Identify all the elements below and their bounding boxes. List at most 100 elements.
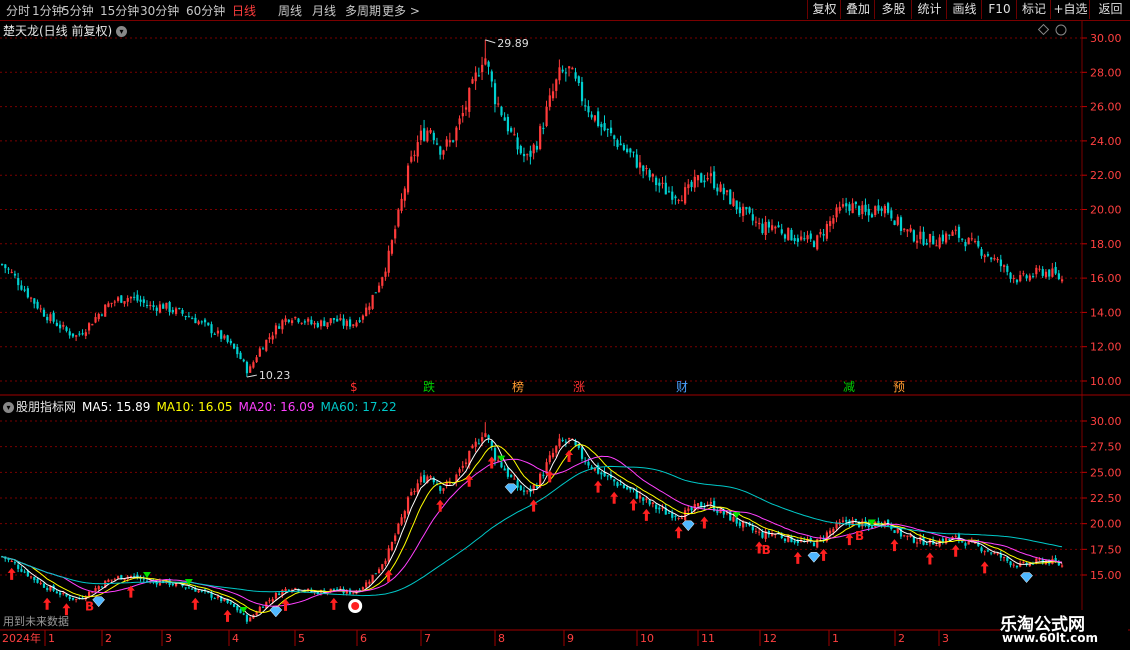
event-marker[interactable]: 涨	[573, 379, 585, 394]
price-candle-body	[951, 231, 954, 236]
price-candle-body	[242, 359, 245, 362]
price-candle-body	[986, 254, 990, 256]
price-candle-body	[281, 320, 284, 330]
circle-signal-dot	[351, 602, 360, 610]
price-candle-body	[645, 168, 648, 170]
price-candle-body	[203, 319, 207, 323]
event-marker[interactable]: 预	[893, 380, 905, 394]
indicator-candle-body	[526, 490, 529, 492]
indicator-candle-body	[619, 484, 622, 486]
indicator-candle-body	[184, 587, 187, 589]
price-candle-body	[278, 326, 281, 329]
price-candle-body	[239, 352, 242, 359]
indicator-candle-body	[10, 561, 13, 563]
price-candle-body	[481, 64, 484, 73]
price-candle-body	[961, 238, 964, 240]
indicator-candle-body	[506, 468, 510, 477]
b-signal-label: B	[85, 599, 94, 613]
price-candle-body	[738, 207, 742, 214]
price-tick-label: 14.00	[1090, 306, 1122, 319]
price-tick-label: 16.00	[1090, 272, 1122, 285]
low-pointer	[246, 374, 257, 378]
indicator-candle-body	[722, 510, 725, 515]
price-candle-body	[133, 296, 136, 298]
price-candle-body	[194, 317, 197, 324]
price-candle-body	[696, 175, 700, 181]
indicator-candle-body	[832, 528, 835, 533]
buy-arrow-icon	[674, 526, 683, 539]
indicator-candle-body	[493, 448, 497, 461]
price-candle-body	[754, 221, 758, 223]
price-candle-body	[771, 225, 774, 230]
event-marker[interactable]: 跌	[423, 379, 435, 394]
indicator-candle-body	[155, 582, 158, 585]
price-candle-body	[674, 196, 677, 199]
price-candle-body	[1028, 275, 1031, 281]
x-axis-label: 7	[424, 632, 431, 645]
price-candle-body	[655, 177, 658, 186]
settings-icon[interactable]	[1055, 24, 1067, 36]
price-chart-svg[interactable]: 30.00 28.00 26.00 24.00 22.00 20.00 18.00 16.00…	[0, 0, 1130, 650]
price-candle-body	[957, 226, 961, 238]
price-candle-body	[1032, 276, 1035, 278]
price-candle-body	[210, 324, 213, 334]
indicator-candle-body	[587, 461, 590, 466]
event-marker[interactable]: 财	[676, 380, 688, 394]
price-candle-body	[365, 307, 368, 317]
price-candle-body	[948, 234, 951, 236]
price-candle-body	[345, 320, 348, 327]
price-candle-body	[1041, 269, 1044, 276]
price-candle-body	[767, 221, 771, 228]
diamond-signal-icon	[681, 520, 695, 532]
indicator-candle-body	[510, 474, 513, 478]
price-candle-body	[980, 249, 983, 256]
price-candle-body	[1019, 275, 1022, 282]
buy-arrow-icon	[594, 480, 603, 493]
price-candle-body	[684, 187, 687, 204]
price-tick-label: 20.00	[1090, 204, 1122, 217]
indicator-candle-body	[413, 490, 416, 492]
indicator-candle-body	[23, 571, 26, 573]
buy-arrow-icon	[925, 552, 934, 565]
indicator-candle-body	[116, 576, 120, 579]
price-candle-body	[464, 107, 468, 110]
price-candle-body	[142, 299, 145, 303]
indicator-candle-body	[394, 535, 397, 541]
price-candle-body	[777, 225, 780, 228]
indicator-candle-body	[906, 535, 909, 537]
b-signal-label: B	[762, 543, 771, 557]
indicator-candle-body	[1015, 565, 1019, 568]
price-tick-label: 24.00	[1090, 135, 1122, 148]
price-candle-body	[780, 229, 783, 234]
price-candle-body	[10, 271, 13, 273]
indicator-candle-body	[655, 504, 658, 510]
price-candle-body	[352, 324, 355, 326]
price-candle-body	[65, 327, 68, 331]
price-candle-body	[1057, 273, 1060, 280]
price-candle-body	[100, 314, 104, 316]
indicator-candle-body	[738, 522, 742, 526]
buy-arrow-icon	[700, 516, 709, 529]
buy-arrow-icon	[642, 508, 651, 521]
event-marker[interactable]: $	[350, 380, 358, 394]
diamond-icon[interactable]	[1037, 23, 1050, 36]
price-candle-body	[709, 173, 713, 177]
price-candle-body	[490, 71, 493, 82]
price-candle-body	[336, 318, 339, 322]
indicator-candle-body	[458, 469, 461, 473]
price-candle-body	[39, 308, 42, 310]
buy-arrow-icon	[465, 474, 474, 487]
indicator-candle-body	[381, 564, 384, 570]
price-candle-body	[410, 156, 413, 162]
price-candle-body	[812, 241, 816, 248]
indicator-candle-body	[638, 495, 642, 499]
price-candle-body	[909, 228, 912, 232]
indicator-candle-body	[497, 460, 500, 462]
event-marker[interactable]: 榜	[512, 379, 524, 394]
event-marker[interactable]: 减	[843, 380, 855, 394]
x-axis-label: 2024年	[2, 631, 41, 645]
price-candle-body	[700, 173, 703, 183]
price-candle-body	[1025, 275, 1028, 279]
price-candle-body	[522, 153, 526, 157]
indicator-candle-body	[564, 441, 568, 443]
